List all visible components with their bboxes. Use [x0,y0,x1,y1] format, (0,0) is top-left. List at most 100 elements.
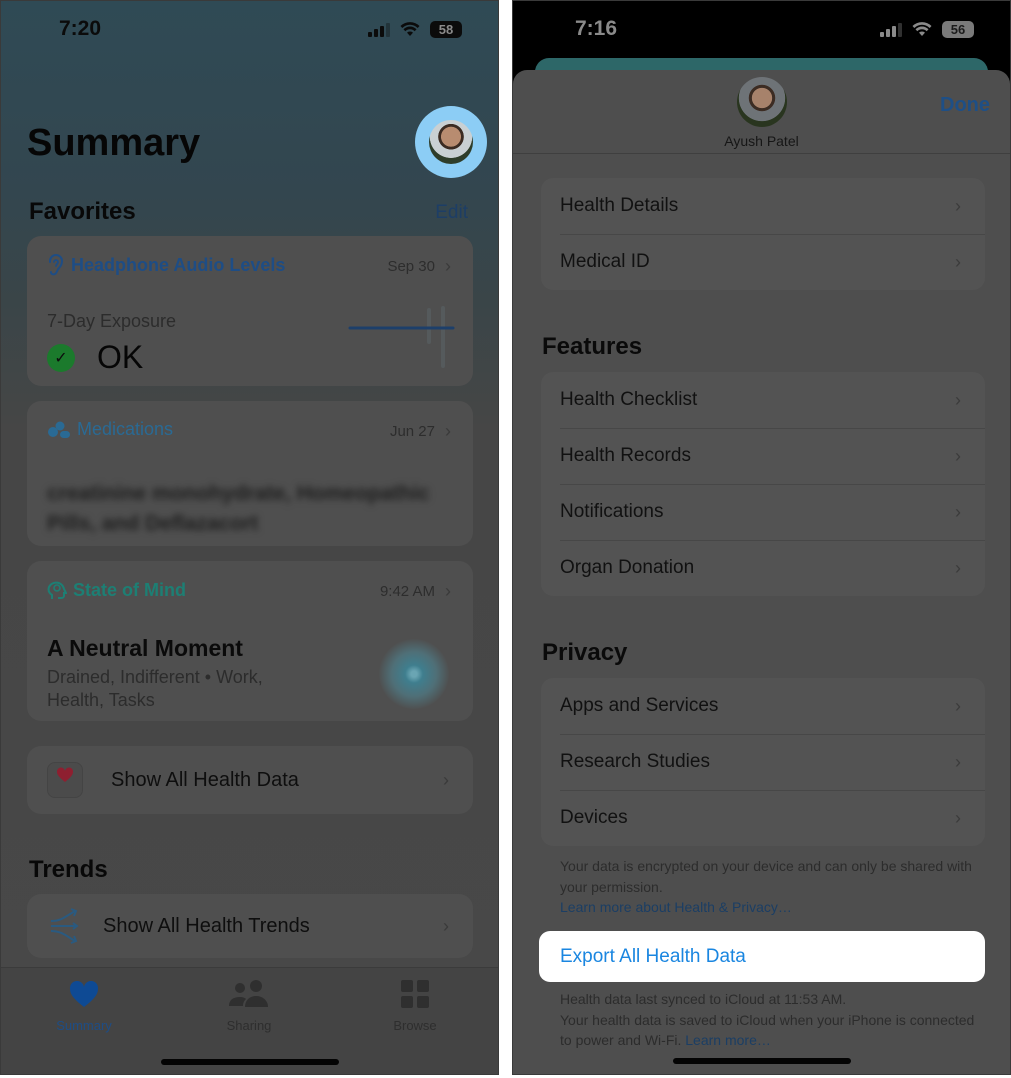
health-details-row[interactable]: Health Details › [541,178,985,234]
tab-label: Sharing [226,1018,272,1033]
chevron-right-icon: › [955,557,961,578]
row-label: Organ Donation [560,557,695,578]
row-label: Devices [560,807,628,828]
notifications-row[interactable]: Notifications › [541,484,985,540]
cellular-signal-icon [880,22,902,37]
profile-name: Ayush Patel [724,133,799,149]
people-icon [229,980,268,1007]
chevron-right-icon: › [445,256,451,276]
tab-label: Browse [393,1018,437,1033]
exposure-sparkline [348,306,455,368]
sync-status-text: Health data last synced to iCloud at 11:… [560,991,847,1007]
chevron-right-icon: › [955,695,961,716]
profile-screen: 7:16 56 Ayush Patel Done Health Details ›… [512,0,1011,1075]
devices-row[interactable]: Devices › [541,790,985,846]
card-time: 9:42 AM [379,583,435,600]
health-checklist-row[interactable]: Health Checklist › [541,372,985,428]
chevron-right-icon: › [955,445,961,466]
chevron-right-icon: › [955,807,961,828]
done-button[interactable]: Done [940,94,990,117]
row-label: Health Checklist [560,389,698,410]
privacy-footnote: Your data is encrypted on your device an… [560,856,980,918]
row-label: Apps and Services [560,695,719,716]
card-title: Headphone Audio Levels [71,254,286,275]
ear-icon [49,254,64,276]
card-date: Sep 30 [387,258,435,275]
home-indicator[interactable] [160,1059,339,1065]
head-icon [47,581,67,599]
tab-summary[interactable]: Summary [24,978,144,1033]
mood-heading: A Neutral Moment [47,635,243,661]
footnote-text: Your data is encrypted on your device an… [560,858,972,895]
check-circle-icon: ✓ [47,343,75,372]
row-label: Show All Health Data [111,768,299,791]
metric-value: OK [97,339,144,375]
privacy-learn-more-link[interactable]: Learn more about Health & Privacy… [560,899,792,915]
edit-button[interactable]: Edit [435,202,468,224]
row-label: Medical ID [560,251,650,272]
chevron-right-icon: › [955,251,961,272]
research-studies-row[interactable]: Research Studies › [541,734,985,790]
battery-icon: 58 [430,21,462,38]
mood-details: Drained, Indifferent • Work, Health, Tas… [47,667,263,710]
card-date: Jun 27 [389,423,435,440]
avatar [737,77,787,127]
chevron-right-icon: › [955,501,961,522]
privacy-heading: Privacy [542,639,628,666]
chevron-right-icon: › [955,195,961,216]
status-bar: 7:20 58 [1,15,498,45]
tab-bar: Summary Sharing Browse [1,967,498,1074]
features-group: Health Checklist › Health Records › Notifi… [541,372,985,596]
profile-button[interactable] [415,106,487,178]
health-records-row[interactable]: Health Records › [541,428,985,484]
state-of-mind-card[interactable]: State of Mind 9:42 AM › A Neutral Moment… [27,561,473,721]
sync-footnote: Health data last synced to iCloud at 11:… [560,989,980,1051]
status-time: 7:16 [575,17,618,40]
medical-id-row[interactable]: Medical ID › [541,234,985,290]
home-indicator[interactable] [672,1058,851,1064]
row-label: Health Records [560,445,691,466]
mood-orb-icon [379,639,449,709]
heart-icon [69,980,99,1007]
status-time: 7:20 [59,17,102,40]
trends-heading: Trends [29,856,108,883]
medications-list: creatinine monohydrate, Homeopathic Pill… [47,482,430,535]
trends-icon [50,908,79,944]
pills-icon [48,421,70,438]
summary-screen: 7:20 58 Summary Favorites Edit Headphone… [0,0,499,1075]
avatar [429,120,473,164]
profile-group: Health Details › Medical ID › [541,178,985,290]
chevron-right-icon: › [955,751,961,772]
favorites-heading: Favorites [29,198,136,225]
apps-and-services-row[interactable]: Apps and Services › [541,678,985,734]
tab-browse[interactable]: Browse [355,978,475,1033]
row-label: Health Details [560,195,679,216]
privacy-group: Apps and Services › Research Studies › Dev… [541,678,985,846]
features-heading: Features [542,333,643,360]
tab-label: Summary [56,1018,112,1033]
export-all-health-data-button[interactable]: Export All Health Data [539,931,985,982]
profile-sheet: Ayush Patel Done Health Details › Medical… [513,70,1010,1074]
chevron-right-icon: › [955,389,961,410]
row-label: Show All Health Trends [103,914,310,937]
chevron-right-icon: › [445,581,451,601]
sync-learn-more-link[interactable]: Learn more… [685,1032,771,1048]
organ-donation-row[interactable]: Organ Donation › [541,540,985,596]
headphone-audio-card[interactable]: Headphone Audio Levels Sep 30 › 7-Day Ex… [27,236,473,386]
show-all-health-data-button[interactable]: Show All Health Data › [27,746,473,814]
show-all-health-trends-button[interactable]: Show All Health Trends › [27,894,473,958]
medications-card[interactable]: Medications Jun 27 › creatinine monohydr… [27,401,473,546]
tab-sharing[interactable]: Sharing [189,978,309,1033]
battery-icon: 56 [942,21,974,38]
status-bar: 7:16 56 [513,15,1010,45]
card-title: State of Mind [73,579,186,600]
page-title: Summary [27,122,201,164]
wifi-icon [912,22,932,36]
wifi-icon [400,22,420,36]
chevron-right-icon: › [445,421,451,441]
cellular-signal-icon [368,22,390,37]
card-title: Medications [77,419,174,439]
heart-app-icon [47,762,83,798]
grid-icon [401,980,429,1008]
sheet-header: Ayush Patel Done [513,70,1010,154]
